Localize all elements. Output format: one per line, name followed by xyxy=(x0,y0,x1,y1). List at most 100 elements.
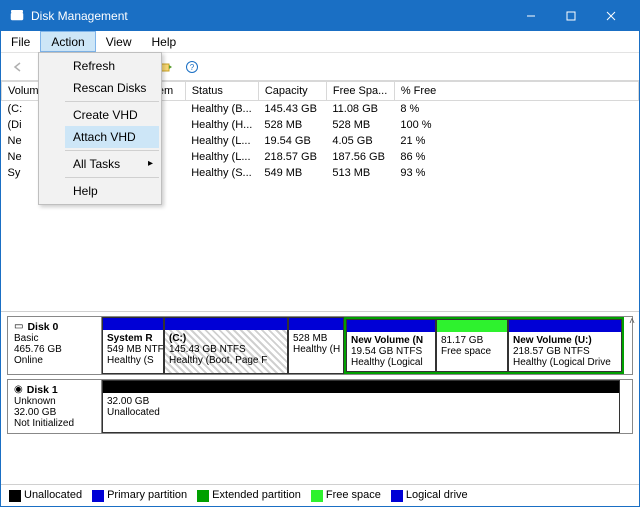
disk-name: Disk 0 xyxy=(27,321,58,333)
chevron-right-icon: ▸ xyxy=(148,158,153,169)
partition-status: Healthy (Logical xyxy=(351,357,423,368)
disk-size: 32.00 GB xyxy=(14,407,56,418)
titlebar: Disk Management xyxy=(1,1,639,31)
legend-primary: Primary partition xyxy=(92,489,187,501)
back-button[interactable] xyxy=(7,56,29,78)
col-freespace[interactable]: Free Spa... xyxy=(326,82,394,101)
partition-size: 81.17 GB xyxy=(441,335,483,346)
partition[interactable]: 528 MBHealthy (H xyxy=(288,317,344,374)
cell-pct: 8 % xyxy=(394,101,638,118)
partition-status: Unallocated xyxy=(107,407,160,418)
legend: Unallocated Primary partition Extended p… xyxy=(1,484,639,506)
extended-partition-group: New Volume (N19.54 GB NTFSHealthy (Logic… xyxy=(344,317,624,374)
partition-title: New Volume (N xyxy=(351,335,423,346)
partition-title: System R xyxy=(107,333,153,344)
menu-separator xyxy=(65,150,159,151)
partition-status: Healthy (S xyxy=(107,355,154,366)
partition-size: 19.54 GB NTFS xyxy=(351,346,422,357)
legend-logical: Logical drive xyxy=(391,489,468,501)
partition-title: New Volume (U:) xyxy=(513,335,592,346)
cell-pct: 86 % xyxy=(394,149,638,165)
legend-free: Free space xyxy=(311,489,381,501)
partition[interactable]: New Volume (U:)218.57 GB NTFSHealthy (Lo… xyxy=(508,319,622,372)
menu-action[interactable]: Action xyxy=(40,31,95,52)
col-pctfree[interactable]: % Free xyxy=(394,82,638,101)
partition[interactable]: 81.17 GBFree space xyxy=(436,319,508,372)
disk-status: Not Initialized xyxy=(14,418,74,429)
menu-separator xyxy=(65,177,159,178)
partition-status: Healthy (H xyxy=(293,344,340,355)
cell-cap: 218.57 GB xyxy=(258,149,326,165)
disk-graphical-area: ˄ ▭ Disk 0Basic465.76 GBOnline System R549… xyxy=(1,311,639,434)
minimize-button[interactable] xyxy=(511,1,551,31)
cell-free: 528 MB xyxy=(326,117,394,133)
cell-status: Healthy (H... xyxy=(185,117,258,133)
partition-status: Free space xyxy=(441,346,491,357)
partition-status: Healthy (Boot, Page F xyxy=(169,355,267,366)
disk-name: Disk 1 xyxy=(27,384,58,396)
disk-type: Unknown xyxy=(14,396,56,407)
partition-container: System R549 MB NTFSHealthy (S(C:)145.43 … xyxy=(102,317,632,374)
partition[interactable]: System R549 MB NTFSHealthy (S xyxy=(102,317,164,374)
disk-status: Online xyxy=(14,355,43,366)
menu-create-vhd[interactable]: Create VHD xyxy=(65,104,159,126)
partition-size: 549 MB NTFS xyxy=(107,344,164,355)
maximize-button[interactable] xyxy=(551,1,591,31)
col-status[interactable]: Status xyxy=(185,82,258,101)
cell-free: 187.56 GB xyxy=(326,149,394,165)
legend-unallocated: Unallocated xyxy=(9,489,82,501)
disk-row: ▭ Disk 0Basic465.76 GBOnline System R549 M… xyxy=(7,316,633,375)
cell-cap: 528 MB xyxy=(258,117,326,133)
disk-size: 465.76 GB xyxy=(14,344,62,355)
cell-cap: 549 MB xyxy=(258,165,326,181)
help-icon[interactable]: ? xyxy=(181,56,203,78)
partition-color-bar xyxy=(289,318,343,330)
cell-status: Healthy (L... xyxy=(185,133,258,149)
partition[interactable]: 32.00 GBUnallocated xyxy=(102,380,620,433)
cell-free: 4.05 GB xyxy=(326,133,394,149)
menu-attach-vhd[interactable]: Attach VHD xyxy=(65,126,159,148)
partition-status: Healthy (Logical Drive xyxy=(513,357,611,368)
menu-separator xyxy=(65,101,159,102)
menu-all-tasks-label: All Tasks xyxy=(73,157,120,171)
cell-status: Healthy (S... xyxy=(185,165,258,181)
partition-color-bar xyxy=(103,381,619,393)
disk-header[interactable]: ▭ Disk 0Basic465.76 GBOnline xyxy=(8,317,102,374)
col-capacity[interactable]: Capacity xyxy=(258,82,326,101)
menu-rescan-disks[interactable]: Rescan Disks xyxy=(65,77,159,99)
partition[interactable]: New Volume (N19.54 GB NTFSHealthy (Logic… xyxy=(346,319,436,372)
menu-all-tasks[interactable]: All Tasks ▸ xyxy=(65,153,159,175)
partition-color-bar xyxy=(437,320,507,332)
menu-file[interactable]: File xyxy=(1,31,40,52)
disk-type: Basic xyxy=(14,333,38,344)
menu-refresh[interactable]: Refresh xyxy=(65,55,159,77)
partition-color-bar xyxy=(509,320,621,332)
cell-cap: 19.54 GB xyxy=(258,133,326,149)
partition-size: 218.57 GB NTFS xyxy=(513,346,590,357)
cell-pct: 21 % xyxy=(394,133,638,149)
partition-color-bar xyxy=(165,318,287,330)
menubar: File Action View Help xyxy=(1,31,639,53)
menu-view[interactable]: View xyxy=(96,31,142,52)
cell-status: Healthy (L... xyxy=(185,149,258,165)
cell-free: 11.08 GB xyxy=(326,101,394,118)
scroll-up-icon[interactable]: ˄ xyxy=(629,316,635,327)
cell-pct: 93 % xyxy=(394,165,638,181)
disk-row: ◉Disk 1Unknown32.00 GBNot Initialized32.… xyxy=(7,379,633,434)
menu-help[interactable]: Help xyxy=(142,31,187,52)
action-dropdown: Refresh Rescan Disks Create VHD Attach V… xyxy=(38,52,162,205)
cell-free: 513 MB xyxy=(326,165,394,181)
partition-size: 145.43 GB NTFS xyxy=(169,344,246,355)
partition[interactable]: (C:)145.43 GB NTFSHealthy (Boot, Page F xyxy=(164,317,288,374)
disk-icon: ◉ xyxy=(14,384,23,395)
disk-icon: ▭ xyxy=(14,321,23,332)
cell-status: Healthy (B... xyxy=(185,101,258,118)
partition-size: 32.00 GB xyxy=(107,396,149,407)
partition-color-bar xyxy=(347,320,435,332)
close-button[interactable] xyxy=(591,1,631,31)
partition-container: 32.00 GBUnallocated xyxy=(102,380,632,433)
menu-help[interactable]: Help xyxy=(65,180,159,202)
disk-header[interactable]: ◉ Disk 1Unknown32.00 GBNot Initialized xyxy=(8,380,102,433)
cell-cap: 145.43 GB xyxy=(258,101,326,118)
app-icon xyxy=(9,8,25,24)
